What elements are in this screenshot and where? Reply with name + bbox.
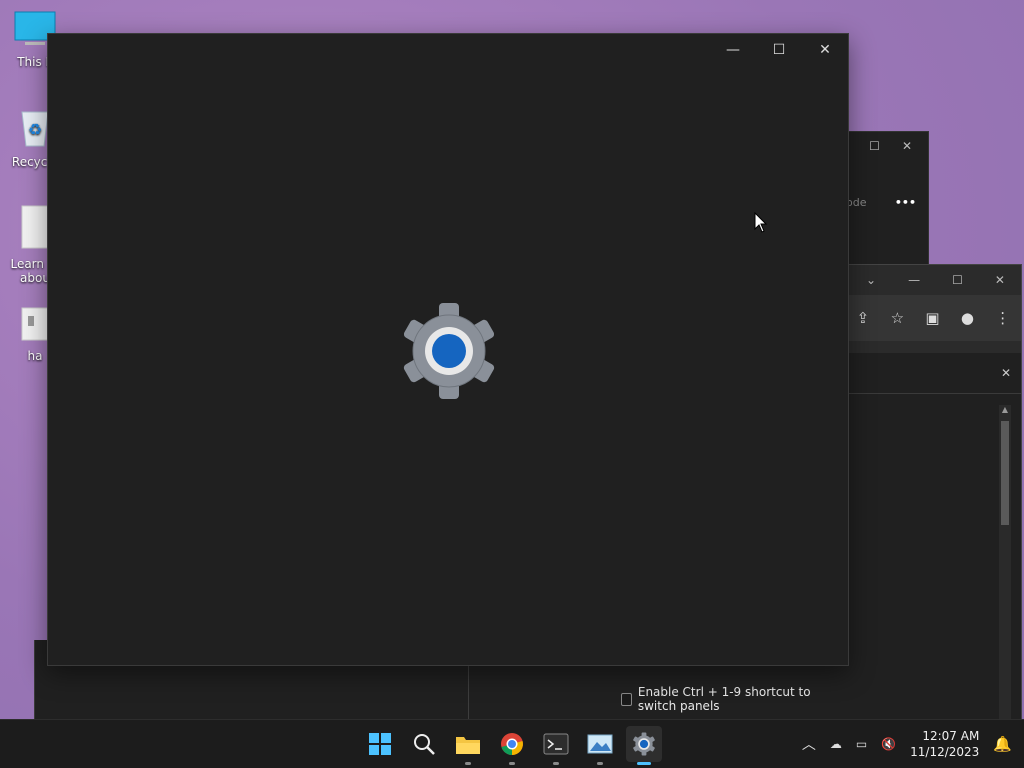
maximize-button[interactable]: ☐: [952, 273, 963, 287]
active-indicator: [637, 762, 651, 765]
toolbar-row: ode •••: [846, 182, 928, 222]
side-panel: ✕ ▲: [846, 353, 1021, 719]
volume-muted-icon[interactable]: 🔇: [881, 737, 896, 751]
windows-start-icon[interactable]: [362, 726, 398, 762]
clock-date: 11/12/2023: [910, 745, 980, 759]
settings-gear-icon[interactable]: [626, 726, 662, 765]
scrollbar-thumb[interactable]: [1001, 421, 1009, 525]
settings-splash-window[interactable]: — ☐ ✕: [47, 33, 849, 666]
panel-header: ✕: [846, 353, 1021, 394]
network-icon[interactable]: ▭: [856, 737, 867, 751]
clock-time: 12:07 AM: [922, 729, 980, 743]
chevron-up-icon[interactable]: ︿: [802, 734, 816, 754]
close-icon[interactable]: ✕: [1001, 366, 1011, 380]
star-icon[interactable]: ☆: [891, 309, 904, 327]
terminal-icon[interactable]: [538, 726, 574, 765]
running-indicator: [465, 762, 471, 765]
taskbar-apps: [362, 726, 662, 765]
folder-icon[interactable]: [450, 726, 486, 765]
sidebar-icon[interactable]: ▣: [925, 309, 939, 327]
ctrl-shortcut-option[interactable]: Enable Ctrl + 1-9 shortcut to switch pan…: [621, 685, 846, 713]
profile-icon[interactable]: ●: [961, 309, 974, 327]
title-bar: ☐ ✕: [846, 132, 928, 160]
checkbox-label: Enable Ctrl + 1-9 shortcut to switch pan…: [637, 685, 811, 713]
notification-bell-icon[interactable]: 🔔: [993, 735, 1012, 753]
partial-label: ode: [846, 195, 867, 209]
close-button[interactable]: ✕: [995, 273, 1005, 287]
browser-toolbar: ⇪ ☆ ▣ ● ⋮: [846, 295, 1021, 341]
settings-gear-icon: [399, 301, 499, 401]
close-button[interactable]: ✕: [802, 34, 848, 66]
title-bar-controls: — ☐ ✕: [710, 34, 848, 66]
minimize-button[interactable]: —: [710, 34, 756, 66]
search-icon[interactable]: [406, 726, 442, 762]
scroll-up-icon[interactable]: ▲: [1000, 405, 1010, 417]
image-icon[interactable]: [582, 726, 618, 765]
share-icon[interactable]: ⇪: [857, 309, 870, 327]
running-indicator: [509, 762, 515, 765]
browser-window[interactable]: ⌄ — ☐ ✕ ⇪ ☆ ▣ ● ⋮ ✕ ▲: [845, 264, 1022, 720]
mouse-cursor: [754, 212, 768, 233]
onedrive-offline-icon[interactable]: ☁: [830, 737, 842, 751]
chrome-icon[interactable]: [494, 726, 530, 765]
maximize-button[interactable]: ☐: [756, 34, 802, 66]
browser-title-bar: ⌄ — ☐ ✕: [846, 265, 1021, 295]
checkbox[interactable]: [621, 692, 632, 706]
minimize-button[interactable]: —: [908, 273, 920, 287]
running-indicator: [553, 762, 559, 765]
system-tray: ︿ ☁ ▭ 🔇 12:07 AM 11/12/2023 🔔: [802, 720, 1024, 768]
maximize-button[interactable]: ☐: [869, 139, 880, 153]
svg-text:♻: ♻: [28, 120, 42, 139]
close-button[interactable]: ✕: [902, 139, 912, 153]
clock[interactable]: 12:07 AM 11/12/2023: [910, 728, 979, 760]
taskbar: ︿ ☁ ▭ 🔇 12:07 AM 11/12/2023 🔔: [0, 719, 1024, 768]
running-indicator: [597, 762, 603, 765]
scrollbar[interactable]: ▲: [999, 405, 1011, 719]
more-options-button[interactable]: •••: [895, 196, 916, 209]
background-window[interactable]: ☐ ✕ ode •••: [845, 131, 929, 266]
chevron-down-icon[interactable]: ⌄: [866, 273, 876, 287]
menu-icon[interactable]: ⋮: [995, 309, 1010, 327]
